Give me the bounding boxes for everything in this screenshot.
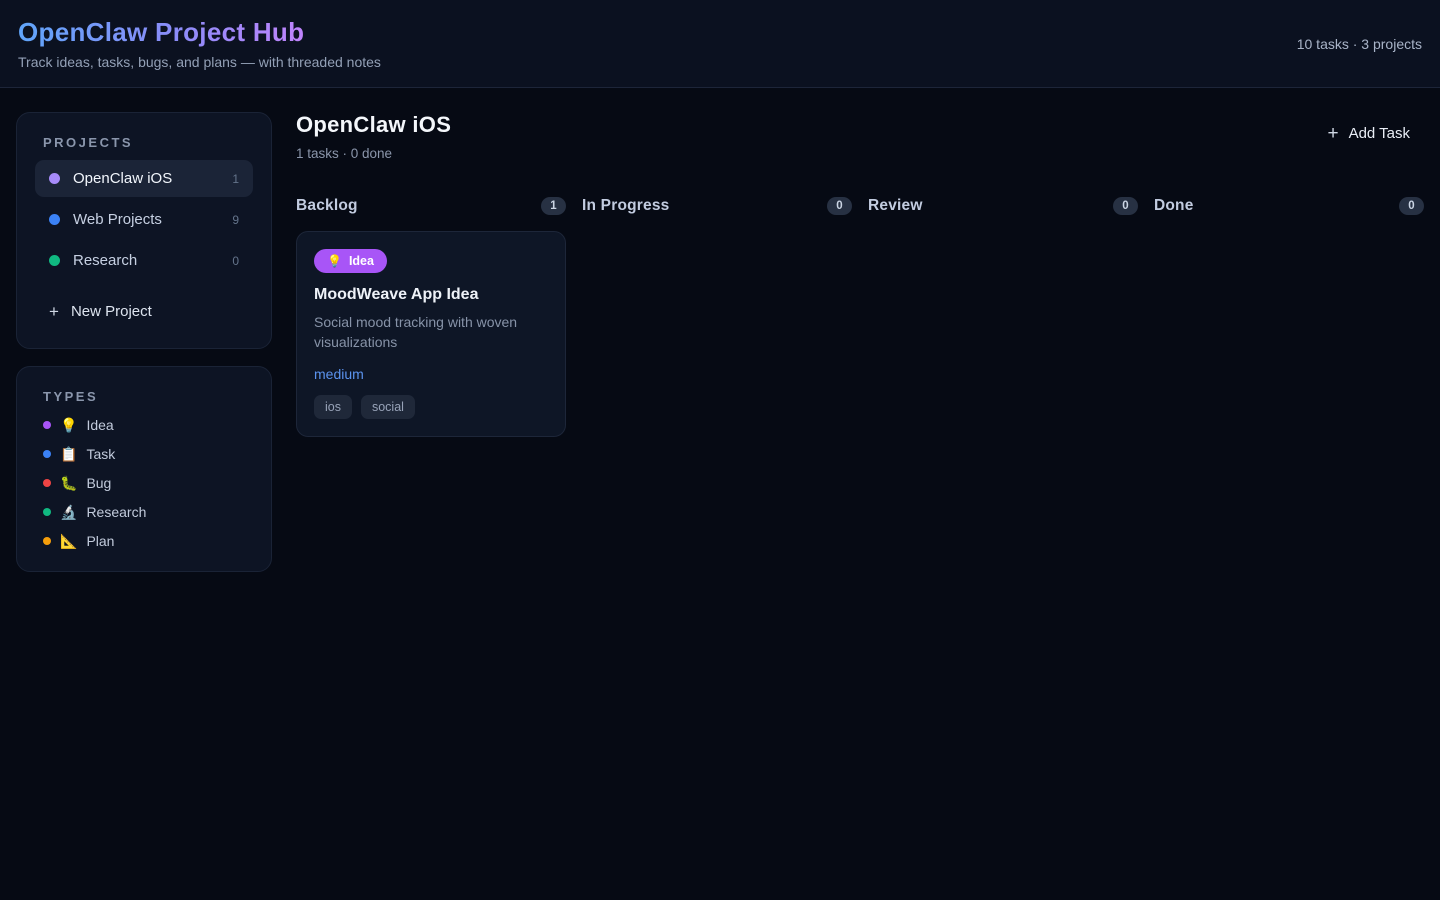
type-label: Bug [86, 475, 111, 491]
column-header: In Progress 0 [582, 197, 852, 215]
app-subtitle: Track ideas, tasks, bugs, and plans — wi… [18, 54, 381, 70]
type-color-dot [43, 508, 51, 516]
board-title: OpenClaw iOS [296, 112, 451, 138]
add-task-label: Add Task [1349, 125, 1410, 142]
card-tags: ios social [314, 395, 548, 419]
column-name: In Progress [582, 197, 669, 215]
app-header: OpenClaw Project Hub Track ideas, tasks,… [0, 0, 1440, 88]
column-header: Review 0 [868, 197, 1138, 215]
project-name: OpenClaw iOS [73, 170, 172, 187]
sidebar: PROJECTS OpenClaw iOS 1 Web Projects 9 R… [16, 112, 272, 572]
tag: social [361, 395, 415, 419]
project-count: 9 [232, 213, 239, 227]
type-label: Idea [86, 417, 113, 433]
app-stats: 10 tasks · 3 projects [1297, 36, 1422, 52]
type-color-dot [43, 421, 51, 429]
bug-icon: 🐛 [60, 476, 77, 490]
column-count-badge: 0 [1113, 197, 1138, 215]
column-in-progress: In Progress 0 [582, 197, 852, 437]
card-priority: medium [314, 366, 548, 382]
type-badge-idea: 💡 Idea [314, 249, 387, 273]
clipboard-icon: 📋 [60, 447, 77, 461]
plus-icon: + [1327, 124, 1338, 143]
app-title: OpenClaw Project Hub [18, 17, 304, 48]
column-count-badge: 0 [827, 197, 852, 215]
column-review: Review 0 [868, 197, 1138, 437]
lightbulb-icon: 💡 [60, 418, 77, 432]
sidebar-item-web-projects[interactable]: Web Projects 9 [35, 201, 253, 238]
project-color-dot [49, 214, 60, 225]
lightbulb-icon: 💡 [327, 255, 342, 267]
column-name: Review [868, 197, 923, 215]
project-count: 0 [232, 254, 239, 268]
type-item-research: 🔬 Research [35, 504, 253, 520]
board-subtitle: 1 tasks · 0 done [296, 146, 451, 161]
board-header-left: OpenClaw iOS 1 tasks · 0 done [296, 112, 451, 161]
projects-heading: PROJECTS [43, 135, 245, 150]
board: OpenClaw iOS 1 tasks · 0 done + Add Task… [296, 112, 1424, 437]
type-color-dot [43, 450, 51, 458]
project-color-dot [49, 173, 60, 184]
microscope-icon: 🔬 [60, 505, 77, 519]
project-color-dot [49, 255, 60, 266]
kanban-columns: Backlog 1 💡 Idea MoodWeave App Idea Soci… [296, 197, 1424, 437]
type-label: Plan [86, 533, 114, 549]
type-label: Task [86, 446, 115, 462]
card-title: MoodWeave App Idea [314, 286, 548, 304]
board-header: OpenClaw iOS 1 tasks · 0 done + Add Task [296, 112, 1424, 161]
project-count: 1 [232, 172, 239, 186]
type-item-bug: 🐛 Bug [35, 475, 253, 491]
type-badge-label: Idea [349, 254, 374, 268]
task-card-moodweave[interactable]: 💡 Idea MoodWeave App Idea Social mood tr… [296, 231, 566, 437]
sidebar-item-openclaw-ios[interactable]: OpenClaw iOS 1 [35, 160, 253, 197]
new-project-label: New Project [71, 303, 152, 320]
type-item-task: 📋 Task [35, 446, 253, 462]
triangle-ruler-icon: 📐 [60, 534, 77, 548]
column-name: Backlog [296, 197, 358, 215]
project-name: Web Projects [73, 211, 162, 228]
plus-icon: + [49, 303, 59, 320]
new-project-button[interactable]: + New Project [35, 297, 166, 326]
type-item-idea: 💡 Idea [35, 417, 253, 433]
type-color-dot [43, 537, 51, 545]
column-header: Backlog 1 [296, 197, 566, 215]
content-area: PROJECTS OpenClaw iOS 1 Web Projects 9 R… [0, 88, 1440, 572]
types-heading: TYPES [43, 389, 245, 404]
column-count-badge: 1 [541, 197, 566, 215]
column-name: Done [1154, 197, 1194, 215]
app-header-left: OpenClaw Project Hub Track ideas, tasks,… [18, 17, 381, 70]
sidebar-item-research[interactable]: Research 0 [35, 242, 253, 279]
tag: ios [314, 395, 352, 419]
column-backlog: Backlog 1 💡 Idea MoodWeave App Idea Soci… [296, 197, 566, 437]
column-count-badge: 0 [1399, 197, 1424, 215]
type-item-plan: 📐 Plan [35, 533, 253, 549]
add-task-button[interactable]: + Add Task [1327, 124, 1410, 143]
column-header: Done 0 [1154, 197, 1424, 215]
projects-panel: PROJECTS OpenClaw iOS 1 Web Projects 9 R… [16, 112, 272, 349]
types-panel: TYPES 💡 Idea 📋 Task 🐛 Bug 🔬 Research [16, 366, 272, 572]
project-name: Research [73, 252, 137, 269]
type-label: Research [86, 504, 146, 520]
card-description: Social mood tracking with woven visualiz… [314, 312, 532, 353]
type-color-dot [43, 479, 51, 487]
column-done: Done 0 [1154, 197, 1424, 437]
